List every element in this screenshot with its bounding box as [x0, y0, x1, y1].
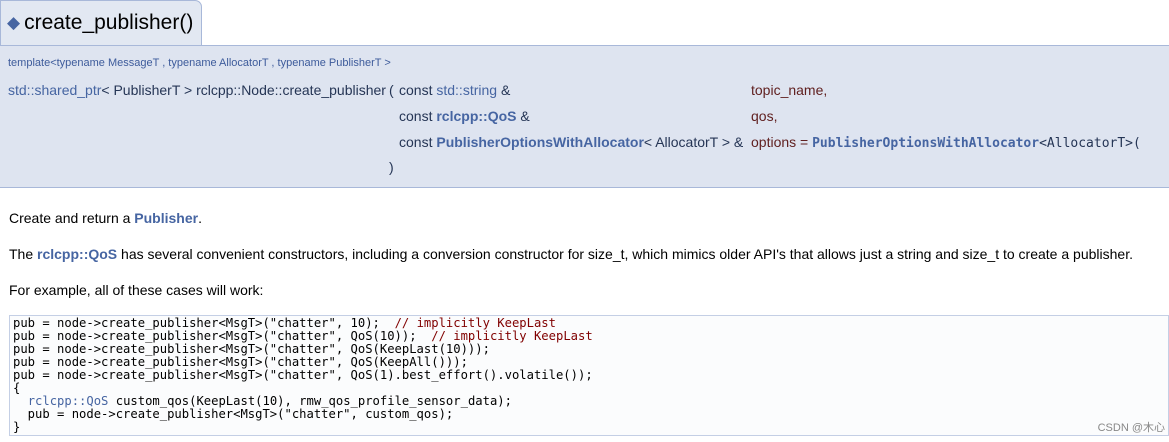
diamond-icon: ◆	[7, 13, 21, 32]
return-type-link[interactable]: std::shared_ptr	[8, 82, 101, 98]
code-line: pub = node->create_publisher<MsgT>("chat…	[13, 407, 454, 421]
publisher-link[interactable]: Publisher	[134, 210, 198, 226]
code-line: }	[13, 420, 21, 434]
code-fragment: pub = node->create_publisher<MsgT>("chat…	[9, 315, 1169, 436]
param-type-1: const std::string &	[399, 82, 511, 98]
member-title: create_publisher()	[24, 11, 194, 34]
prototype-box: template<typename MessageT , typename Al…	[0, 45, 1169, 188]
param-name-1: topic_name,	[751, 82, 828, 98]
template-line: template<typename MessageT , typename Al…	[8, 57, 391, 69]
param-type-link[interactable]: PublisherOptionsWithAllocator	[436, 134, 644, 150]
open-paren: (	[389, 82, 394, 98]
description-line-2: The rclcpp::QoS has several convenient c…	[9, 246, 1133, 262]
param-name-3: options = PublisherOptionsWithAllocator<…	[751, 134, 1141, 151]
return-type-tail: < PublisherT > rclcpp::Node::create_publ…	[101, 82, 386, 98]
description-line-1: Create and return a Publisher.	[9, 210, 202, 226]
close-paren: )	[389, 159, 394, 175]
qos-link[interactable]: rclcpp::QoS	[37, 246, 117, 262]
qos-code-link[interactable]: rclcpp::QoS	[28, 394, 109, 408]
param-type-2: const rclcpp::QoS &	[399, 108, 530, 124]
description-line-3: For example, all of these cases will wor…	[9, 282, 264, 298]
member-title-tab: ◆ create_publisher()	[0, 0, 202, 45]
code-line: pub = node->create_publisher<MsgT>("chat…	[13, 368, 593, 382]
return-type: std::shared_ptr< PublisherT > rclcpp::No…	[8, 82, 386, 98]
default-type-link[interactable]: PublisherOptionsWithAllocator	[812, 136, 1039, 151]
param-type-link[interactable]: rclcpp::QoS	[436, 108, 516, 124]
param-type-link[interactable]: std::string	[436, 82, 497, 98]
watermark: CSDN @木心	[1097, 422, 1165, 434]
param-type-3: const PublisherOptionsWithAllocator< All…	[399, 134, 744, 150]
param-name-2: qos,	[751, 108, 778, 124]
